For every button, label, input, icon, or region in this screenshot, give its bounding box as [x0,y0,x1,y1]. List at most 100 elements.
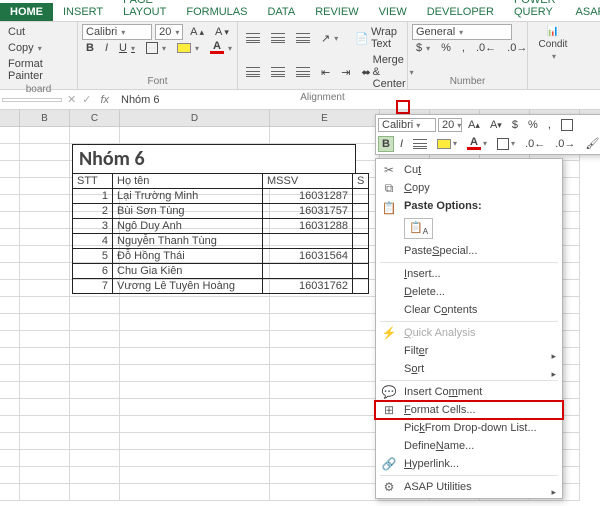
cell-hoten[interactable]: Đỗ Hồng Thái [113,249,263,264]
mini-font-color[interactable]: A [463,136,491,152]
cell[interactable] [70,467,120,484]
cell[interactable] [0,144,20,161]
formula-input[interactable]: Nhóm 6 [115,93,600,107]
cell[interactable] [20,263,70,280]
cell[interactable] [20,484,70,501]
cell[interactable] [120,127,270,144]
cell-hoten[interactable]: Nguyễn Thanh Tùng [113,234,263,249]
tab-developer[interactable]: DEVELOPER [417,3,504,21]
cell[interactable] [0,365,20,382]
header-mssv[interactable]: MSSV [263,174,353,189]
cell-sdt[interactable] [353,234,369,249]
cell-sdt[interactable] [353,249,369,264]
mini-percent[interactable]: % [524,117,542,133]
cell[interactable] [270,331,380,348]
cell-stt[interactable]: 1 [73,189,113,204]
align-right-button[interactable] [292,65,314,79]
cell[interactable] [120,314,270,331]
cell[interactable] [0,280,20,297]
cell[interactable] [120,399,270,416]
mini-format-painter[interactable]: 🖌 [581,135,600,152]
cell[interactable] [120,416,270,433]
cell-sdt[interactable] [353,219,369,234]
cell[interactable] [0,161,20,178]
cell[interactable] [0,263,20,280]
align-top-button[interactable] [242,31,264,45]
cell[interactable] [270,399,380,416]
menu-paste-special[interactable]: Paste Special... [376,242,562,260]
tab-data[interactable]: DATA [257,3,305,21]
cell-mssv[interactable]: 16031564 [263,249,353,264]
mini-comma[interactable]: , [544,117,555,133]
column-header[interactable]: E [270,110,380,126]
mini-border2[interactable] [493,136,519,152]
paste-keep-text-button[interactable]: 📋A [376,215,562,242]
column-header[interactable]: B [20,110,70,126]
cell[interactable] [270,416,380,433]
tab-view[interactable]: VIEW [369,3,417,21]
mini-fill[interactable] [433,137,461,151]
cell[interactable] [0,297,20,314]
mini-align[interactable] [409,137,431,151]
cell-hoten[interactable]: Ngô Duy Anh [113,219,263,234]
menu-sort[interactable]: Sort [376,360,562,378]
cell[interactable] [70,331,120,348]
cell[interactable] [0,212,20,229]
cell[interactable] [120,433,270,450]
cell-mssv[interactable]: 16031757 [263,204,353,219]
cell[interactable] [20,212,70,229]
cell[interactable] [70,127,120,144]
cell[interactable] [270,348,380,365]
tab-insert[interactable]: INSERT [53,3,113,21]
cell-stt[interactable]: 2 [73,204,113,219]
cell[interactable] [0,331,20,348]
cell[interactable] [270,297,380,314]
cell[interactable] [0,416,20,433]
cell-stt[interactable]: 5 [73,249,113,264]
cell[interactable] [20,246,70,263]
align-middle-button[interactable] [267,31,289,45]
decrease-indent-button[interactable]: ⇤ [317,64,334,81]
accounting-button[interactable]: $ [412,40,434,56]
cell[interactable] [20,348,70,365]
cell[interactable] [20,399,70,416]
cancel-icon[interactable]: ✕ [64,93,79,106]
cell[interactable] [20,144,70,161]
mini-bold[interactable]: B [378,136,394,152]
grow-font-button[interactable]: A▴ [186,24,208,40]
cell[interactable] [20,195,70,212]
tab-formulas[interactable]: FORMULAS [176,3,257,21]
cell[interactable] [0,467,20,484]
header-sdt[interactable]: S [353,174,369,189]
table-title[interactable]: Nhóm 6 [72,144,356,173]
cell[interactable] [0,382,20,399]
cut-button[interactable]: Cut [4,24,29,40]
cell[interactable] [270,382,380,399]
number-format-select[interactable]: General [412,24,512,40]
cell-mssv[interactable]: 16031288 [263,219,353,234]
font-size-select[interactable]: 20 [155,24,183,40]
header-hoten[interactable]: Họ tên [113,174,263,189]
cell[interactable] [70,314,120,331]
cell[interactable] [270,467,380,484]
increase-decimal-button[interactable]: .0← [472,40,500,56]
data-table[interactable]: STT Họ tên MSSV S 1 Lại Trường Minh 1603… [72,173,369,294]
cell[interactable] [120,331,270,348]
menu-asap-utilities[interactable]: ⚙ASAP Utilities [376,478,562,496]
cell[interactable] [270,314,380,331]
cell[interactable] [20,416,70,433]
cell[interactable] [120,348,270,365]
orientation-button[interactable]: ↗ [317,30,342,47]
name-box[interactable] [2,98,62,102]
cell[interactable] [120,297,270,314]
cell-hoten[interactable]: Chu Gia Kiên [113,264,263,279]
cell-sdt[interactable] [353,279,369,294]
conditional-formatting-button[interactable]: 📊Condit [532,24,574,63]
copy-button[interactable]: Copy [4,40,46,56]
fill-color-button[interactable] [173,41,203,55]
menu-insert-comment[interactable]: 💬Insert Comment [376,383,562,401]
cell[interactable] [20,467,70,484]
cell[interactable] [70,348,120,365]
cell[interactable] [20,229,70,246]
cell[interactable] [0,178,20,195]
